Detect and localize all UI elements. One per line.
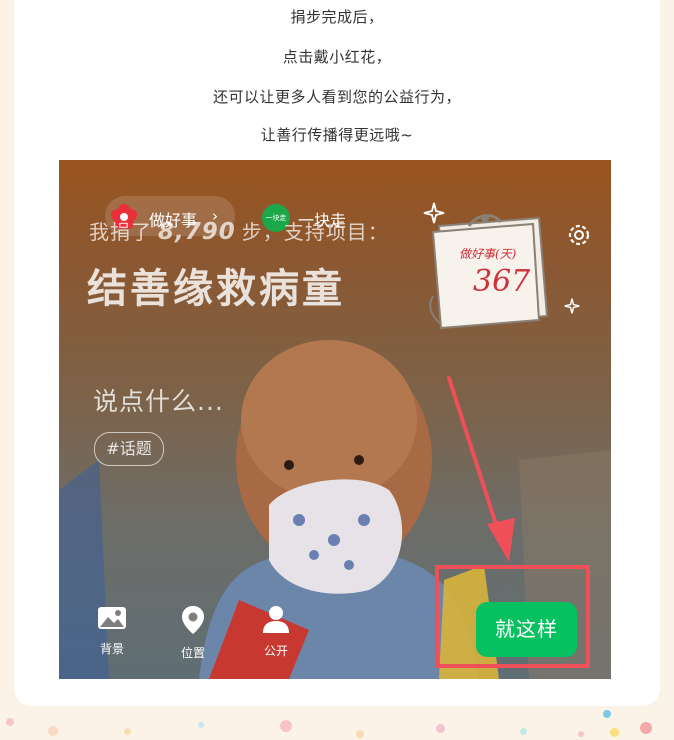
project-title: 结善缘救病童 [87,266,345,312]
public-button[interactable]: 公开 [251,604,301,658]
sparkle-icon [423,202,445,224]
steps-value: 8,790 [158,219,236,245]
background-button[interactable]: 背景 [87,604,137,658]
location-button[interactable]: 位置 [168,604,218,660]
topic-chip[interactable]: #话题 [94,432,164,466]
caption-input[interactable]: 说点什么... [93,382,224,418]
confirm-button[interactable]: 就这样 [476,602,577,657]
intro-line-3: 还可以让更多人看到您的公益行为， [212,88,461,106]
image-icon [98,607,126,629]
location-label: 位置 [180,646,205,660]
location-pin-icon [182,606,204,634]
steps-suffix: 步，支持项目： [241,220,389,244]
public-label: 公开 [263,644,288,658]
calendar-count: 367 [473,264,531,299]
intro-line-2: 点击戴小红花， [282,48,392,66]
intro-line-1: 捐步完成后， [290,8,384,26]
sparkle-icon [564,298,580,314]
gear-icon[interactable] [564,220,594,250]
calendar-label: 做好事(天) [459,247,517,261]
arrow-annotation-icon [447,376,515,562]
share-preview-screenshot: 做好事 › 一块走 一块走 我捐了 8,790 步，支持项目： 结善缘救病童 做好事… [59,160,611,679]
background-label: 背景 [99,642,124,656]
intro-line-4: 让善行传播得更远哦~ [260,126,414,144]
steps-summary: 我捐了 8,790 步，支持项目： [89,216,389,245]
intro-text: 捐步完成后， 点击戴小红花， 还可以让更多人看到您的公益行为， 让善行传播得更远… [0,0,674,150]
steps-prefix: 我捐了 [89,220,152,244]
person-icon [263,606,289,633]
